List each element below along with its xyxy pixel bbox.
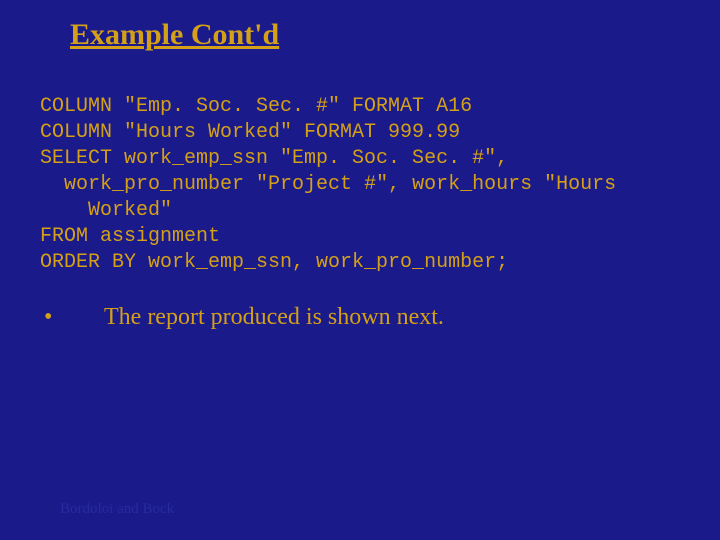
footer-attribution: Bordoloi and Bock xyxy=(60,501,174,518)
bullet-row: • The report produced is shown next. xyxy=(40,302,680,333)
bullet-text: The report produced is shown next. xyxy=(104,302,444,333)
bullet-marker: • xyxy=(40,302,104,333)
sql-code-block: COLUMN "Emp. Soc. Sec. #" FORMAT A16 COL… xyxy=(40,94,680,276)
slide-title: Example Cont'd xyxy=(70,18,279,52)
slide: Example Cont'd COLUMN "Emp. Soc. Sec. #"… xyxy=(0,0,720,540)
